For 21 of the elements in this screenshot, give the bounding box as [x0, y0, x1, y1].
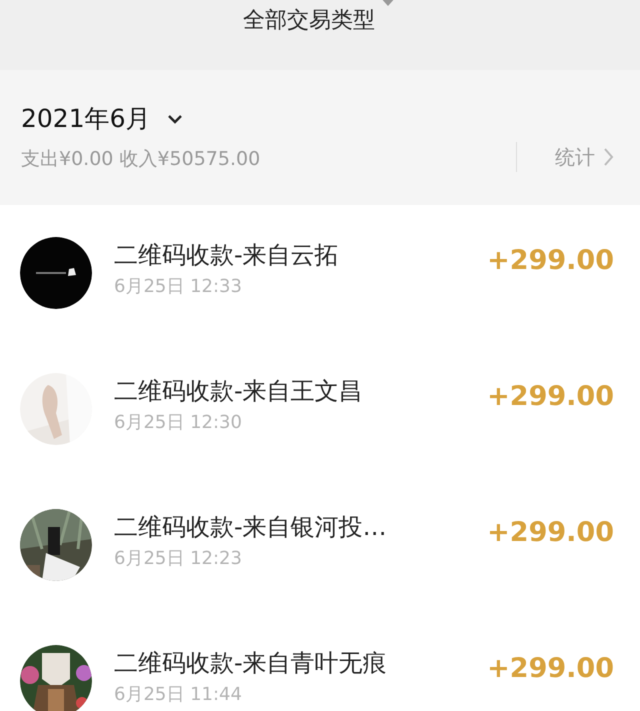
transaction-time: 6月25日 12:30 [114, 412, 243, 434]
transaction-time: 6月25日 12:33 [114, 276, 243, 298]
summary-text: 支出¥0.00 收入¥50575.00 [21, 148, 262, 171]
amount-text: +299.00 [487, 652, 614, 686]
transaction-time: 6月25日 12:23 [114, 548, 243, 570]
transaction-title: 二维码收款-来自王文昌 [114, 376, 364, 406]
transaction-time: 6月25日 11:44 [114, 684, 243, 706]
chevron-down-icon[interactable] [166, 113, 183, 126]
transaction-row[interactable]: 二维码收款-来自银河投… 6月25日 12:23 +299.00 [0, 477, 640, 613]
chevron-right-icon [603, 146, 614, 166]
transaction-title: 二维码收款-来自银河投… [114, 512, 388, 542]
amount-text: +299.00 [487, 516, 614, 550]
transaction-row[interactable]: 二维码收款-来自青叶无痕 6月25日 11:44 +299.00 [0, 613, 640, 711]
amount-text: +299.00 [487, 244, 614, 278]
transaction-title: 二维码收款-来自青叶无痕 [114, 648, 388, 678]
month-label[interactable]: 2021年6月 [21, 104, 151, 134]
filter-dropdown[interactable]: 全部交易类型 [243, 10, 375, 70]
amount-text: +299.00 [487, 380, 614, 414]
transaction-row[interactable]: 二维码收款-来自云拓 6月25日 12:33 +299.00 [0, 205, 640, 341]
transaction-row[interactable]: 二维码收款-来自王文昌 6月25日 12:30 +299.00 [0, 341, 640, 477]
transaction-title: 二维码收款-来自云拓 [114, 240, 340, 270]
